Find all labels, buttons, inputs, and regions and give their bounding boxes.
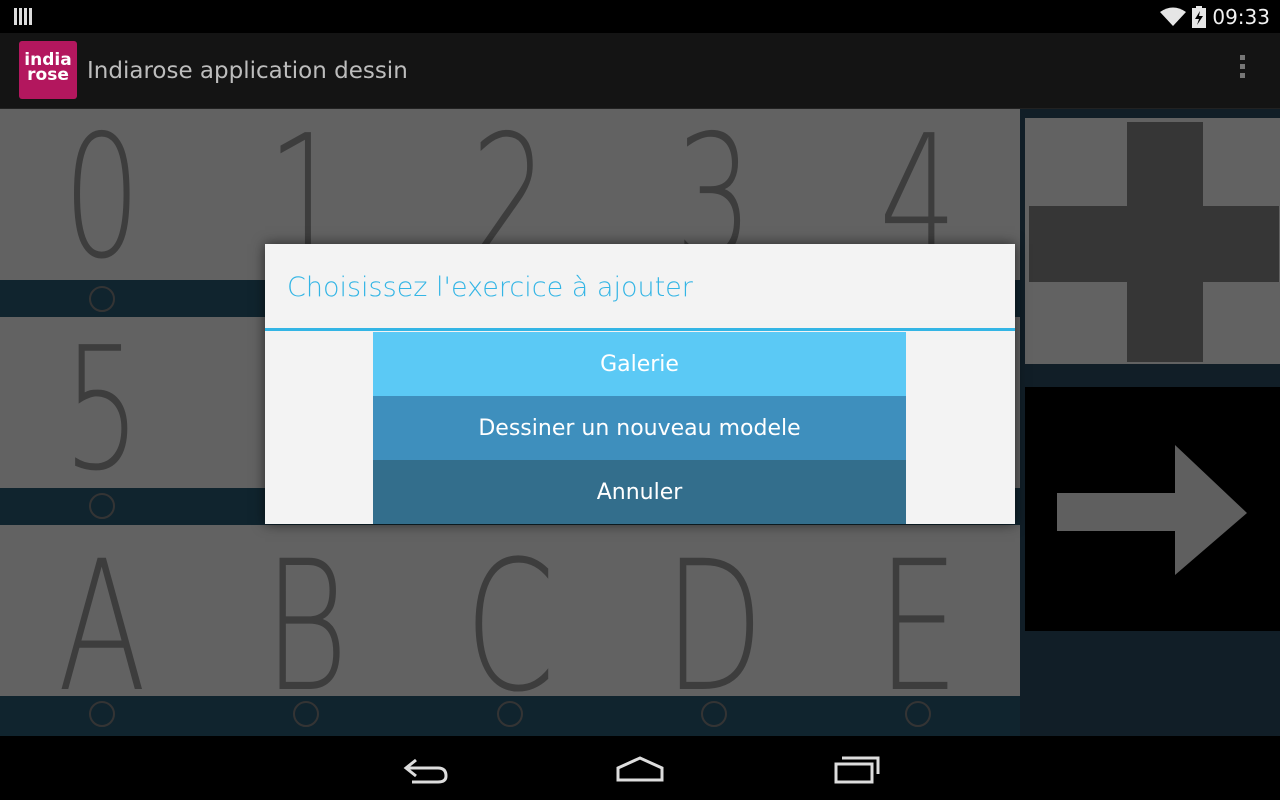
back-icon[interactable] [394, 750, 454, 786]
overflow-menu-icon[interactable] [1237, 55, 1247, 85]
dialog-title: Choisissez l'exercice à ajouter [287, 272, 693, 303]
battery-charging-icon [1192, 6, 1207, 28]
app-logo[interactable]: india rose [19, 41, 77, 99]
status-time: 09:33 [1212, 5, 1270, 29]
status-bar: 09:33 [0, 0, 1280, 33]
galerie-button[interactable]: Galerie [373, 332, 906, 396]
app-title: Indiarose application dessin [87, 58, 408, 84]
cancel-button[interactable]: Annuler [373, 460, 906, 524]
navigation-bar [0, 736, 1280, 800]
wifi-icon [1160, 7, 1187, 26]
add-exercise-dialog: Choisissez l'exercice à ajouter Galerie … [265, 244, 1015, 524]
dialog-divider [265, 328, 1015, 331]
draw-new-model-button[interactable]: Dessiner un nouveau modele [373, 396, 906, 460]
notification-icon [14, 8, 32, 25]
app-logo-line2: rose [27, 65, 69, 85]
home-icon[interactable] [610, 750, 670, 786]
action-bar: india rose Indiarose application dessin [0, 33, 1280, 109]
recent-apps-icon[interactable] [826, 750, 886, 786]
